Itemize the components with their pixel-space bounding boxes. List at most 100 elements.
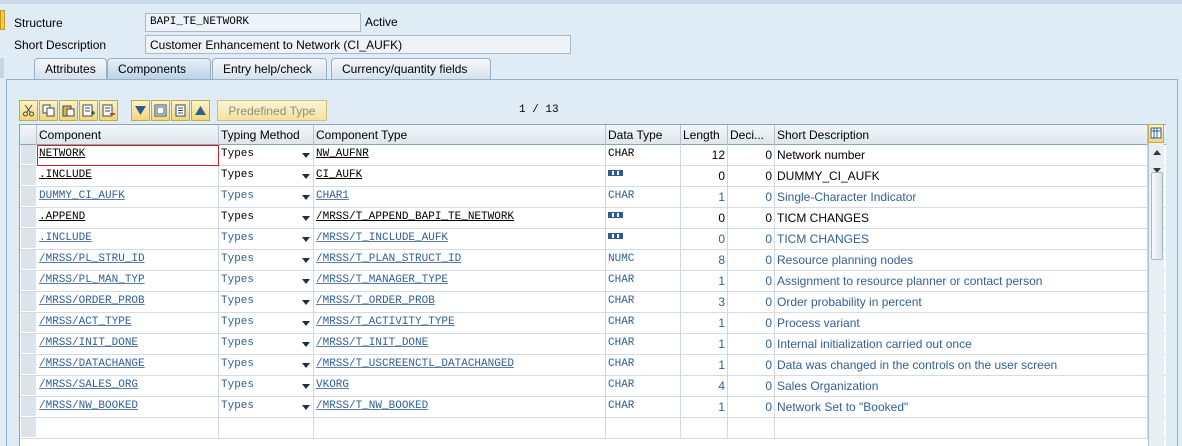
column-settings-icon[interactable] [1148, 124, 1164, 143]
dropdown-arrow-icon[interactable] [302, 174, 310, 179]
cell-component-type[interactable]: /MRSS/T_NW_BOOKED [314, 397, 606, 418]
cell-component[interactable]: /MRSS/SALES_ORG [37, 376, 219, 397]
tab-currency-quantity-fields[interactable]: Currency/quantity fields [331, 58, 491, 79]
row-selector[interactable] [21, 271, 36, 290]
row-selector[interactable] [21, 250, 36, 269]
cell-component-type[interactable]: /MRSS/T_ACTIVITY_TYPE [314, 313, 606, 334]
table-row[interactable]: /MRSS/ORDER_PROB Types/MRSS/T_ORDER_PROB C… [20, 292, 1166, 313]
tab-attributes[interactable]: Attributes [34, 58, 107, 79]
details-icon[interactable] [151, 100, 170, 121]
row-selector[interactable] [21, 334, 36, 353]
dropdown-arrow-icon[interactable] [302, 153, 310, 158]
cell-component[interactable]: .INCLUDE [37, 166, 219, 187]
cell-typing-method[interactable]: Types [219, 334, 314, 355]
cell-typing-method[interactable]: Types [219, 145, 314, 166]
cell-component[interactable]: DUMMY_CI_AUFK [37, 187, 219, 208]
row-selector[interactable] [21, 313, 36, 332]
row-selector[interactable] [21, 166, 36, 185]
insert-row-icon[interactable] [79, 100, 98, 121]
cell-typing-method[interactable] [219, 418, 314, 439]
dropdown-arrow-icon[interactable] [302, 342, 310, 347]
dropdown-arrow-icon[interactable] [302, 384, 310, 389]
dropdown-arrow-icon[interactable] [302, 405, 310, 410]
cell-typing-method[interactable]: Types [219, 250, 314, 271]
dropdown-arrow-icon[interactable] [302, 300, 310, 305]
table-row[interactable]: /MRSS/NW_BOOKED Types/MRSS/T_NW_BOOKED CHA… [20, 397, 1166, 418]
header-length[interactable]: Length [681, 125, 728, 145]
row-selector[interactable] [21, 376, 36, 395]
row-selector[interactable] [21, 145, 36, 164]
table-row[interactable]: /MRSS/DATACHANGE Types/MRSS/T_USCREENCTL_… [20, 355, 1166, 376]
cell-component-type[interactable]: /MRSS/T_APPEND_BAPI_TE_NETWORK [314, 208, 606, 229]
row-selector[interactable] [21, 397, 36, 416]
row-selector[interactable] [21, 292, 36, 311]
cell-component[interactable]: /MRSS/DATACHANGE [37, 355, 219, 376]
cell-component[interactable]: /MRSS/ORDER_PROB [37, 292, 219, 313]
dropdown-arrow-icon[interactable] [302, 363, 310, 368]
header-typing-method[interactable]: Typing Method [219, 125, 314, 145]
cell-typing-method[interactable]: Types [219, 208, 314, 229]
cell-component-type[interactable]: VKORG [314, 376, 606, 397]
table-row[interactable]: /MRSS/PL_STRU_ID Types/MRSS/T_PLAN_STRUCT… [20, 250, 1166, 271]
paste-icon[interactable] [59, 100, 78, 121]
table-row[interactable]: NETWORK Types NW_AUFNR CHAR 12 0 Network numbe… [20, 145, 1166, 166]
table-row[interactable] [20, 418, 1166, 439]
row-selector[interactable] [21, 418, 36, 437]
header-short-description[interactable]: Short Description [775, 125, 1148, 145]
copy-icon[interactable] [39, 100, 58, 121]
cell-component-type[interactable]: /MRSS/T_MANAGER_TYPE [314, 271, 606, 292]
dropdown-arrow-icon[interactable] [302, 258, 310, 263]
cell-component-type[interactable]: CHAR1 [314, 187, 606, 208]
cut-icon[interactable] [19, 100, 38, 121]
header-component-type[interactable]: Component Type [314, 125, 606, 145]
predefined-type-button[interactable]: Predefined Type [217, 100, 327, 121]
properties-icon[interactable] [171, 100, 190, 121]
cell-component-type[interactable] [314, 418, 606, 439]
move-down-icon[interactable] [131, 100, 150, 121]
cell-typing-method[interactable]: Types [219, 271, 314, 292]
cell-typing-method[interactable]: Types [219, 187, 314, 208]
header-decimals[interactable]: Deci... [728, 125, 775, 145]
cell-component-type[interactable]: NW_AUFNR [314, 145, 606, 166]
table-row[interactable]: /MRSS/INIT_DONE Types/MRSS/T_INIT_DONE CHA… [20, 334, 1166, 355]
select-all-cell[interactable] [20, 125, 37, 145]
cell-typing-method[interactable]: Types [219, 397, 314, 418]
structure-field[interactable]: BAPI_TE_NETWORK [145, 13, 361, 32]
cell-component[interactable]: /MRSS/ACT_TYPE [37, 313, 219, 334]
cell-typing-method[interactable]: Types [219, 376, 314, 397]
cell-component-type[interactable]: /MRSS/T_USCREENCTL_DATACHANGED [314, 355, 606, 376]
table-row[interactable]: .APPEND Types/MRSS/T_APPEND_BAPI_TE_NETWO… [20, 208, 1166, 229]
cell-component-type[interactable]: /MRSS/T_INIT_DONE [314, 334, 606, 355]
cell-component[interactable]: .INCLUDE [37, 229, 219, 250]
dropdown-arrow-icon[interactable] [302, 237, 310, 242]
row-selector[interactable] [21, 355, 36, 374]
cell-typing-method[interactable]: Types [219, 229, 314, 250]
table-row[interactable]: /MRSS/PL_MAN_TYP Types/MRSS/T_MANAGER_TYP… [20, 271, 1166, 292]
cell-component[interactable]: /MRSS/PL_STRU_ID [37, 250, 219, 271]
dropdown-arrow-icon[interactable] [302, 216, 310, 221]
dropdown-arrow-icon[interactable] [302, 321, 310, 326]
scroll-up-icon[interactable] [1153, 150, 1161, 155]
row-selector[interactable] [21, 208, 36, 227]
header-data-type[interactable]: Data Type [606, 125, 681, 145]
row-selector[interactable] [21, 187, 36, 206]
vertical-scrollbar[interactable] [1148, 124, 1164, 446]
move-up-icon[interactable] [191, 100, 210, 121]
cell-component-type[interactable]: CI_AUFK [314, 166, 606, 187]
cell-component[interactable] [37, 418, 219, 439]
cell-component[interactable]: /MRSS/PL_MAN_TYP [37, 271, 219, 292]
cell-component-type[interactable]: /MRSS/T_ORDER_PROB [314, 292, 606, 313]
header-component[interactable]: Component [37, 125, 219, 145]
tab-components[interactable]: Components [107, 58, 211, 79]
delete-row-icon[interactable] [99, 100, 118, 121]
scroll-thumb[interactable] [1151, 172, 1163, 260]
table-row[interactable]: /MRSS/SALES_ORG Types VKORG CHAR 4 0 Sales Org… [20, 376, 1166, 397]
cell-component-type[interactable]: /MRSS/T_PLAN_STRUCT_ID [314, 250, 606, 271]
table-row[interactable]: .INCLUDE Types CI_AUFK 0 0 DUMMY_CI_AUFK [20, 166, 1166, 187]
cell-component[interactable]: .APPEND [37, 208, 219, 229]
row-selector[interactable] [21, 229, 36, 248]
cell-component[interactable]: /MRSS/NW_BOOKED [37, 397, 219, 418]
cell-typing-method[interactable]: Types [219, 355, 314, 376]
tab-entry-help-check[interactable]: Entry help/check [212, 58, 327, 79]
cell-typing-method[interactable]: Types [219, 292, 314, 313]
